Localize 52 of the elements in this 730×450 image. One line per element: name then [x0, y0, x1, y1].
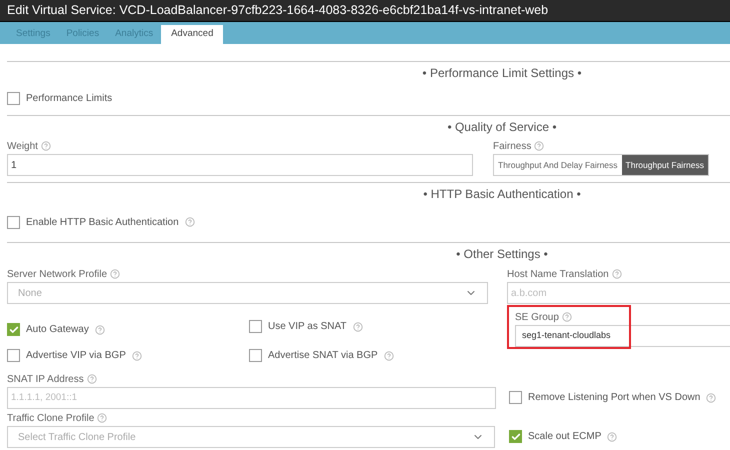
checkbox-label: Enable HTTP Basic Authentication: [26, 216, 179, 230]
checkbox-label: Remove Listening Port when VS Down: [528, 391, 700, 405]
check-icon: [510, 432, 520, 442]
checkbox-label: Auto Gateway: [26, 323, 89, 337]
help-icon[interactable]: [612, 269, 622, 279]
help-icon[interactable]: [110, 269, 120, 279]
help-icon[interactable]: [40, 141, 51, 151]
checkbox[interactable]: [7, 349, 20, 362]
checkbox[interactable]: [509, 430, 522, 443]
checkbox[interactable]: [249, 349, 262, 362]
snat-ip-field[interactable]: 1.1.1.1, 2001::1: [7, 387, 496, 409]
section-title: • Performance Limit Settings •: [422, 65, 582, 81]
field-label: SE Group: [515, 310, 559, 324]
field-label: Host Name Translation: [507, 268, 609, 282]
help-icon[interactable]: [607, 432, 618, 442]
help-icon[interactable]: [706, 392, 716, 402]
help-icon[interactable]: [352, 322, 363, 332]
section-title: • Other Settings •: [456, 246, 548, 262]
checkbox[interactable]: [7, 323, 20, 336]
checkbox[interactable]: [7, 92, 20, 104]
checkbox[interactable]: [7, 216, 20, 228]
field-label: SNAT IP Address: [7, 372, 84, 386]
checkbox-label: Advertise VIP via BGP: [26, 349, 126, 363]
weight-field[interactable]: 1: [7, 154, 473, 176]
tab[interactable]: Advanced: [161, 25, 224, 44]
checkbox-label: Use VIP as SNAT: [268, 320, 347, 334]
help-icon[interactable]: [94, 324, 105, 334]
select-field[interactable]: Select Traffic Clone Profile: [7, 426, 495, 448]
checkbox-label: Performance Limits: [26, 92, 112, 106]
help-icon[interactable]: [534, 141, 544, 151]
help-icon[interactable]: [97, 413, 108, 423]
host-name-field[interactable]: a.b.com: [507, 282, 730, 304]
section-title: • HTTP Basic Authentication •: [423, 186, 581, 202]
help-icon[interactable]: [562, 312, 572, 322]
field-label: Server Network Profile: [7, 268, 108, 282]
checkbox-label: Advertise SNAT via BGP: [268, 349, 378, 363]
section-title: • Quality of Service •: [447, 119, 557, 135]
field-label: Traffic Clone Profile: [7, 412, 94, 426]
help-icon[interactable]: [184, 217, 195, 227]
select-field[interactable]: None: [7, 282, 488, 304]
check-icon: [8, 324, 18, 334]
window-title: Edit Virtual Service: VCD-LoadBalancer-97cfb223-1664-4083-8326-e6cbf21ba14f-vs-intranet-web: [7, 2, 548, 20]
checkbox[interactable]: [249, 320, 262, 333]
segment-option[interactable]: Throughput Fairness: [622, 155, 708, 175]
help-icon[interactable]: [132, 350, 142, 360]
help-icon[interactable]: [384, 350, 394, 360]
checkbox-label: Scale out ECMP: [528, 430, 602, 444]
field-label: Weight: [7, 140, 38, 154]
field-label: Fairness: [493, 140, 532, 154]
help-icon[interactable]: [86, 374, 97, 384]
checkbox[interactable]: [509, 391, 522, 404]
se-group-field[interactable]: seg1-tenant-cloudlabs: [515, 325, 730, 347]
